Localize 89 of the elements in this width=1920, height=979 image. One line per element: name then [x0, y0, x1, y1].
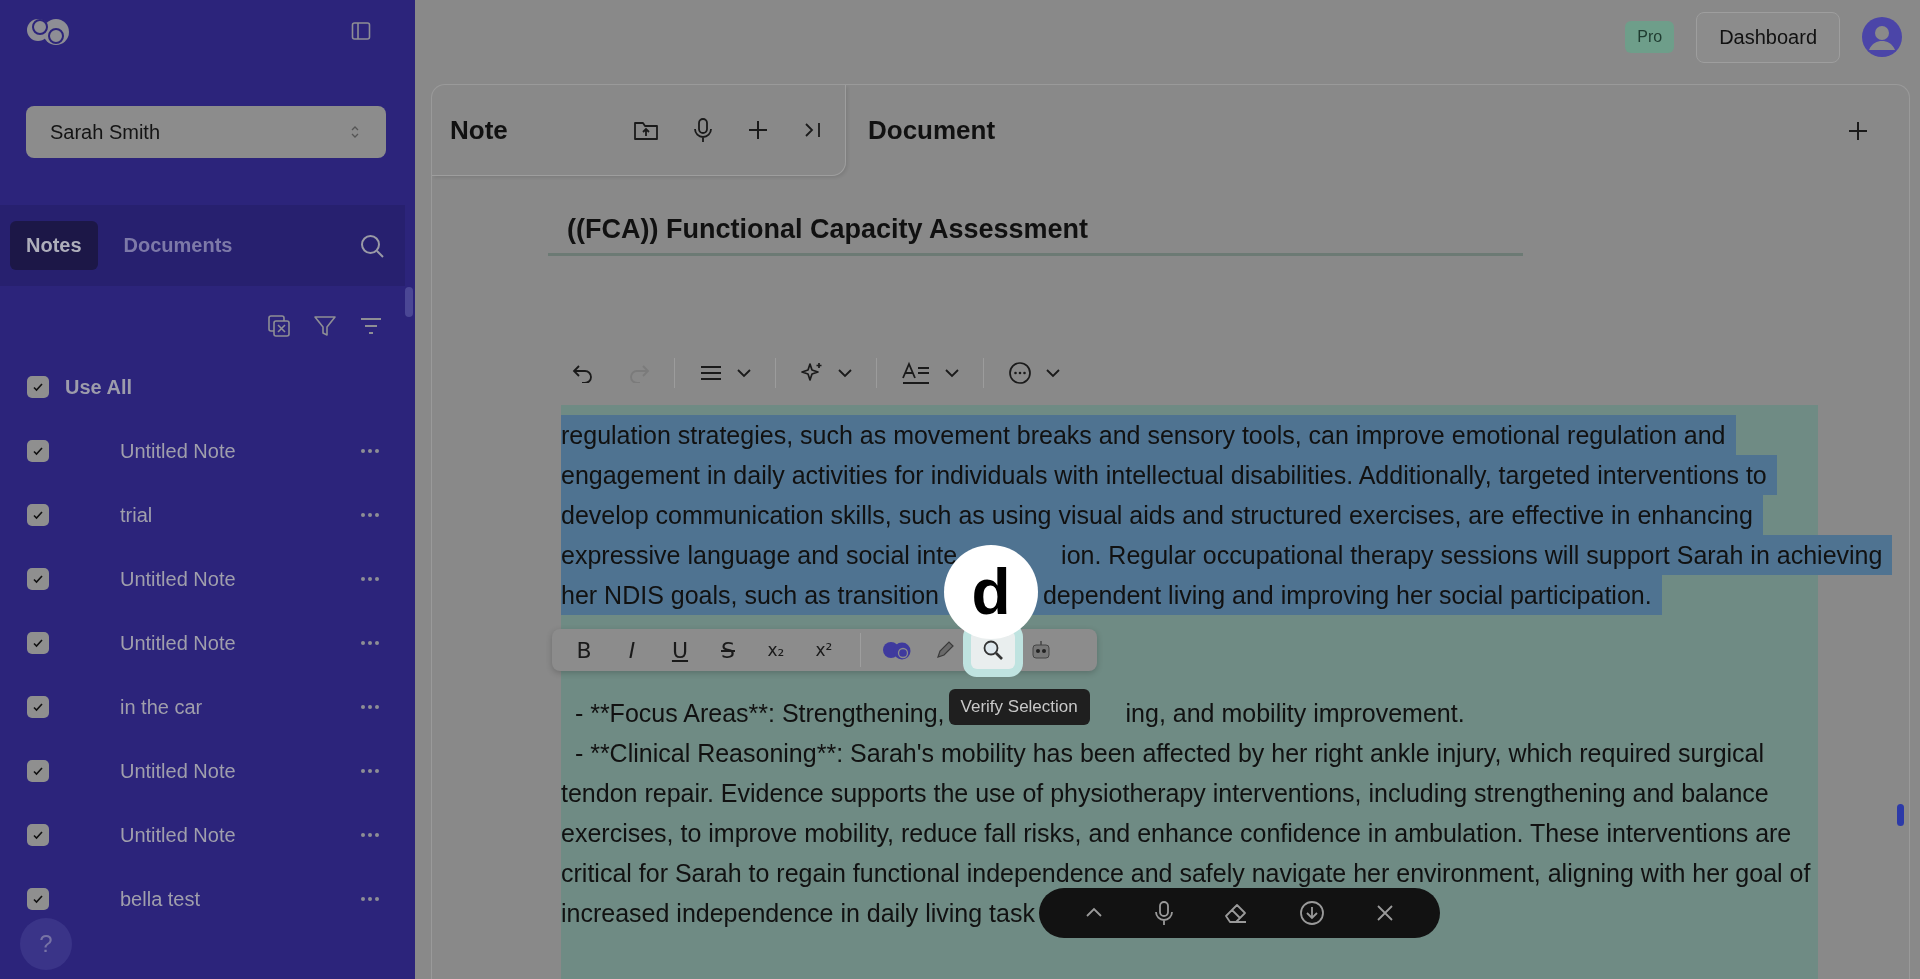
caret-icon[interactable] — [945, 368, 959, 378]
scrollbar-thumb[interactable] — [405, 287, 413, 317]
checkbox[interactable] — [27, 824, 49, 846]
logo-icon[interactable] — [882, 640, 912, 660]
client-select[interactable]: Sarah Smith — [26, 106, 386, 158]
format-button[interactable]: U — [658, 632, 702, 668]
text-line: dependent living and improving her social participation. — [1042, 580, 1652, 610]
more-icon[interactable] — [360, 640, 380, 646]
microphone-icon[interactable] — [1153, 900, 1174, 926]
check-icon — [32, 701, 44, 713]
check-icon — [32, 509, 44, 521]
robot-icon[interactable] — [1030, 639, 1052, 661]
plus-icon[interactable] — [747, 119, 769, 141]
check-icon — [32, 573, 44, 585]
checkbox[interactable] — [27, 440, 49, 462]
format-button[interactable]: B — [562, 632, 606, 668]
tooltip: Verify Selection — [948, 689, 1090, 725]
format-button[interactable]: x₂ — [754, 632, 798, 668]
undo-icon[interactable] — [572, 363, 594, 383]
check-icon — [32, 765, 44, 777]
check-icon — [32, 829, 44, 841]
note-item[interactable]: trial — [120, 503, 153, 527]
checkbox[interactable] — [27, 568, 49, 590]
checkbox[interactable] — [27, 760, 49, 782]
text-line: ing, and mobility improvement. — [1125, 698, 1465, 728]
scrollbar-thumb[interactable] — [1897, 804, 1904, 826]
panel-title: Note — [450, 114, 508, 146]
align-icon[interactable] — [699, 363, 723, 383]
format-button[interactable]: x² — [802, 632, 846, 668]
pencil-icon[interactable] — [934, 639, 956, 661]
dashboard-button[interactable]: Dashboard — [1696, 11, 1840, 63]
checkbox[interactable] — [27, 888, 49, 910]
sidebar-tab[interactable]: Notes — [10, 221, 98, 270]
check-icon — [32, 893, 44, 905]
sort-chevrons-icon — [350, 124, 360, 140]
note-item[interactable]: Untitled Note — [120, 567, 236, 591]
more-icon[interactable] — [360, 576, 380, 582]
text-line: increased independence in daily living task — [561, 898, 1035, 928]
more-icon[interactable] — [360, 768, 380, 774]
text-line: - **Clinical Reasoning**: Sarah's mobility has been affected by her right ankle injury, which required surgical — [573, 738, 1765, 768]
text-line: regulation strategies, such as movement breaks and sensory tools, can improve emotional regulation and — [561, 420, 1726, 450]
filter-icon[interactable] — [313, 314, 337, 338]
more-icon[interactable] — [360, 896, 380, 902]
search-icon[interactable] — [359, 232, 385, 259]
checkbox[interactable] — [27, 632, 49, 654]
caret-icon[interactable] — [737, 368, 751, 378]
sidebar-tab[interactable]: Documents — [107, 221, 249, 270]
more-icon[interactable] — [360, 704, 380, 710]
caret-icon[interactable] — [1046, 368, 1060, 378]
check-icon — [32, 637, 44, 649]
format-button[interactable]: I — [610, 632, 654, 668]
more-icon[interactable] — [360, 512, 380, 518]
note-item[interactable]: Untitled Note — [120, 631, 236, 655]
check-icon — [32, 445, 44, 457]
clear-selection-icon[interactable] — [267, 314, 291, 338]
format-button[interactable]: S — [706, 632, 750, 668]
check-icon — [32, 381, 44, 393]
text-format-icon[interactable] — [901, 361, 931, 385]
more-icon[interactable] — [360, 832, 380, 838]
note-item[interactable]: Untitled Note — [120, 759, 236, 783]
text-line: exercises, to improve mobility, reduce fall risks, and enhance confidence in ambulation. These interventions are — [561, 818, 1792, 848]
text-line: ion. Regular occupational therapy sessions will support Sarah in achieving — [1061, 540, 1883, 570]
checkbox[interactable] — [27, 504, 49, 526]
use-all-label: Use All — [65, 375, 133, 399]
text-line: critical for Sarah to regain functional independence and safely navigate her environment, aligning with her goal of — [561, 858, 1811, 888]
microphone-icon[interactable] — [693, 117, 713, 143]
document-heading[interactable]: ((FCA)) Functional Capacity Assessment — [548, 214, 1523, 256]
more-icon[interactable] — [360, 448, 380, 454]
panel-title: Document — [868, 115, 996, 146]
plus-icon[interactable] — [1847, 119, 1869, 142]
note-item[interactable]: Untitled Note — [120, 823, 236, 847]
more-icon[interactable] — [1008, 361, 1032, 385]
checkbox[interactable] — [27, 376, 49, 398]
search-icon[interactable] — [982, 639, 1004, 661]
plan-badge: Pro — [1625, 21, 1675, 53]
sidebar-toggle-icon[interactable] — [351, 21, 371, 41]
download-icon[interactable] — [1299, 900, 1326, 926]
text-line: engagement in daily activities for individuals with intellectual disabilities. Additionally, targeted interventions to — [561, 460, 1767, 490]
note-item[interactable]: bella test — [120, 887, 201, 911]
close-icon[interactable] — [1375, 903, 1395, 923]
checkbox[interactable] — [27, 696, 49, 718]
text-line: her NDIS goals, such as transition — [561, 580, 939, 610]
text-line: - **Focus Areas**: Strengthening, — [573, 698, 945, 728]
note-item[interactable]: Untitled Note — [120, 439, 236, 463]
text-line: tendon repair. Evidence supports the use of physiotherapy interventions, including strengthening and balance — [561, 778, 1769, 808]
caret-icon[interactable] — [838, 368, 852, 378]
collapse-right-icon[interactable] — [803, 120, 823, 140]
text-line: develop communication skills, such as using visual aids and structured exercises, are effective in enhancing — [561, 500, 1753, 530]
note-item[interactable]: in the car — [120, 695, 203, 719]
